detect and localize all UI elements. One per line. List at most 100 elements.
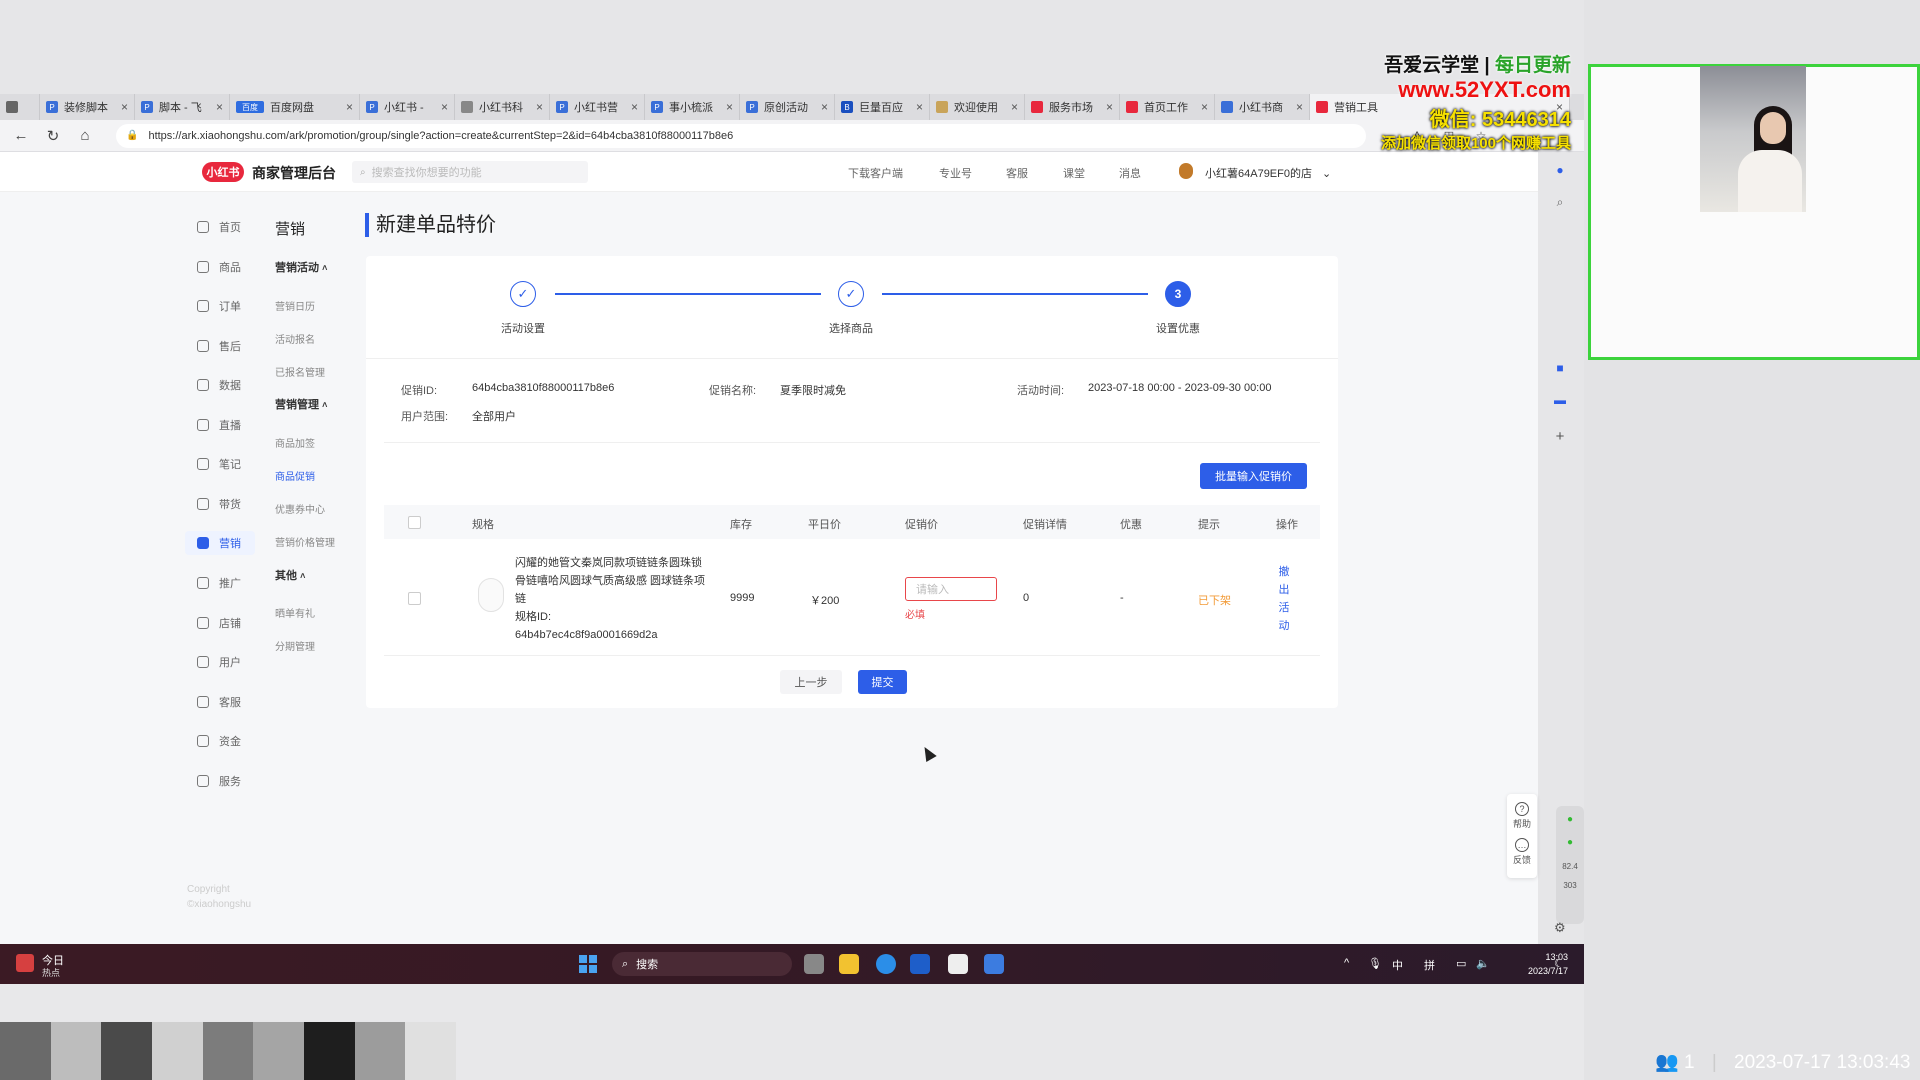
shop-name[interactable]: 小红薯64A79EF0的店 ⌄ bbox=[1205, 165, 1331, 181]
sidebar-item-funds[interactable]: 资金 bbox=[185, 729, 255, 753]
edge-icon[interactable] bbox=[876, 954, 896, 974]
subnav-group-management[interactable]: 营销管理 ˄ bbox=[275, 396, 327, 412]
sidebar-item-goods[interactable]: 商品 bbox=[185, 255, 255, 279]
reload-icon[interactable]: ↻ bbox=[42, 125, 64, 147]
sidebar-item-live[interactable]: 直播 bbox=[185, 413, 255, 437]
close-icon[interactable]: × bbox=[1011, 100, 1018, 114]
sidebar-item-marketing[interactable]: 营销 bbox=[185, 531, 255, 555]
volume-icon[interactable]: 🔈 bbox=[1476, 957, 1490, 970]
download-client-link[interactable]: 下载客户端 bbox=[848, 165, 903, 181]
close-icon[interactable]: × bbox=[1296, 100, 1303, 114]
browser-tab[interactable]: P 原创活动 × bbox=[740, 94, 835, 120]
microphone-icon[interactable]: 🎙 bbox=[1368, 957, 1382, 970]
subnav-item[interactable]: 优惠券中心 bbox=[275, 501, 325, 516]
app-icon[interactable] bbox=[910, 954, 930, 974]
browser-tab[interactable]: P 脚本 - 飞 × bbox=[135, 94, 230, 120]
subnav-item[interactable]: 营销日历 bbox=[275, 298, 315, 313]
subnav-item[interactable]: 营销价格管理 bbox=[275, 534, 335, 549]
sidebar-item-aftersale[interactable]: 售后 bbox=[185, 334, 255, 358]
sidebar-item-users[interactable]: 用户 bbox=[185, 650, 255, 674]
subnav-item[interactable]: 分期管理 bbox=[275, 638, 315, 653]
close-icon[interactable]: × bbox=[1201, 100, 1208, 114]
search-icon[interactable]: ⌕ bbox=[1553, 195, 1567, 209]
browser-tab[interactable]: P 小红书 - × bbox=[360, 94, 455, 120]
select-all-checkbox[interactable] bbox=[408, 516, 421, 529]
batch-promo-price-button[interactable]: 批量输入促销价 bbox=[1200, 463, 1307, 489]
file-explorer-icon[interactable] bbox=[839, 954, 859, 974]
notification-icon[interactable]: ☾ bbox=[1554, 957, 1564, 970]
sidebar-item-notes[interactable]: 笔记 bbox=[185, 452, 255, 476]
ime-mode[interactable]: 拼 bbox=[1424, 957, 1435, 973]
app-icon[interactable] bbox=[984, 954, 1004, 974]
subnav-item[interactable]: 晒单有礼 bbox=[275, 605, 315, 620]
url-input[interactable]: 🔒 https://ark.xiaohongshu.com/ark/promoti… bbox=[116, 123, 1366, 148]
sidebar-item-service[interactable]: 客服 bbox=[185, 690, 255, 714]
close-icon[interactable]: × bbox=[631, 100, 638, 114]
browser-tab[interactable]: P 装修脚本 × bbox=[40, 94, 135, 120]
tab-actions-button[interactable] bbox=[0, 94, 40, 120]
browser-tab[interactable]: 小红书商 × bbox=[1215, 94, 1310, 120]
sidebar-item-delivery[interactable]: 带货 bbox=[185, 492, 255, 516]
close-icon[interactable]: × bbox=[441, 100, 448, 114]
close-icon[interactable]: × bbox=[1106, 100, 1113, 114]
baidu-netdisk-icon[interactable] bbox=[948, 954, 968, 974]
taskbar-search[interactable]: ⌕ 搜索 bbox=[612, 952, 792, 976]
windows-start-icon[interactable] bbox=[579, 955, 597, 973]
classroom-link[interactable]: 课堂 bbox=[1063, 165, 1085, 181]
chevron-up-icon[interactable]: ^ bbox=[1344, 957, 1349, 969]
subnav-item[interactable]: 活动报名 bbox=[275, 331, 315, 346]
heart-icon bbox=[197, 775, 209, 787]
outlook-icon[interactable]: ■ bbox=[1553, 361, 1567, 375]
search-input[interactable]: ⌕ 搜索查找你想要的功能 bbox=[352, 161, 588, 183]
browser-tab[interactable]: 首页工作 × bbox=[1120, 94, 1215, 120]
avatar[interactable] bbox=[1179, 163, 1193, 179]
subnav-item-active[interactable]: 商品促销 bbox=[275, 468, 315, 483]
chevron-up-icon: ˄ bbox=[322, 263, 328, 273]
task-view-icon[interactable] bbox=[804, 954, 824, 974]
promo-price-input[interactable]: 请输入 bbox=[905, 577, 997, 601]
shopping-icon[interactable]: ▬ bbox=[1553, 393, 1567, 407]
close-icon[interactable]: × bbox=[121, 100, 128, 114]
submit-button[interactable]: 提交 bbox=[858, 670, 907, 694]
previous-step-button[interactable]: 上一步 bbox=[780, 670, 842, 694]
browser-tab[interactable]: P 小红书营 × bbox=[550, 94, 645, 120]
close-icon[interactable]: × bbox=[821, 100, 828, 114]
sidebar-item-services[interactable]: 服务 bbox=[185, 769, 255, 793]
browser-tab[interactable]: P 事小梳派 × bbox=[645, 94, 740, 120]
messages-link[interactable]: 消息 bbox=[1119, 165, 1141, 181]
subnav-group-other[interactable]: 其他 ˄ bbox=[275, 567, 305, 583]
subnav-item[interactable]: 已报名管理 bbox=[275, 364, 325, 379]
close-icon[interactable]: × bbox=[726, 100, 733, 114]
browser-tab[interactable]: 服务市场 × bbox=[1025, 94, 1120, 120]
sidebar-item-home[interactable]: 首页 bbox=[185, 215, 255, 239]
customer-service-link[interactable]: 客服 bbox=[1006, 165, 1028, 181]
withdraw-activity-link[interactable]: 撤出活动 bbox=[1277, 563, 1291, 635]
xiaohongshu-logo[interactable]: 小红书 bbox=[202, 162, 244, 182]
close-icon[interactable]: × bbox=[346, 100, 353, 114]
ime-indicator[interactable]: 中 bbox=[1392, 957, 1403, 973]
close-icon[interactable]: × bbox=[916, 100, 923, 114]
pro-account-link[interactable]: 专业号 bbox=[939, 165, 972, 181]
help-button[interactable]: ? 帮助 bbox=[1507, 794, 1537, 830]
news-icon[interactable] bbox=[16, 954, 34, 972]
sidebar-item-promotion[interactable]: 推广 bbox=[185, 571, 255, 595]
subnav-item[interactable]: 商品加签 bbox=[275, 435, 315, 450]
browser-tab[interactable]: 小红书科 × bbox=[455, 94, 550, 120]
row-checkbox[interactable] bbox=[408, 592, 421, 605]
close-icon[interactable]: × bbox=[216, 100, 223, 114]
bell-icon[interactable]: ● bbox=[1553, 163, 1567, 177]
sidebar-item-store[interactable]: 店铺 bbox=[185, 611, 255, 635]
sidebar-item-data[interactable]: 数据 bbox=[185, 373, 255, 397]
add-icon[interactable]: + bbox=[1553, 428, 1567, 445]
home-icon[interactable]: ⌂ bbox=[74, 125, 96, 147]
settings-gear-icon[interactable]: ⚙ bbox=[1554, 920, 1566, 936]
close-icon[interactable]: × bbox=[536, 100, 543, 114]
browser-tab[interactable]: 百度 百度网盘 × bbox=[230, 94, 360, 120]
sidebar-item-orders[interactable]: 订单 bbox=[185, 294, 255, 318]
browser-tab[interactable]: B 巨量百应 × bbox=[835, 94, 930, 120]
back-icon[interactable]: ← bbox=[10, 125, 32, 147]
browser-tab[interactable]: 欢迎使用 × bbox=[930, 94, 1025, 120]
feedback-button[interactable]: … 反馈 bbox=[1507, 830, 1537, 866]
subnav-group-activities[interactable]: 营销活动 ˄ bbox=[275, 259, 327, 275]
network-icon[interactable]: ▭ bbox=[1456, 957, 1466, 970]
